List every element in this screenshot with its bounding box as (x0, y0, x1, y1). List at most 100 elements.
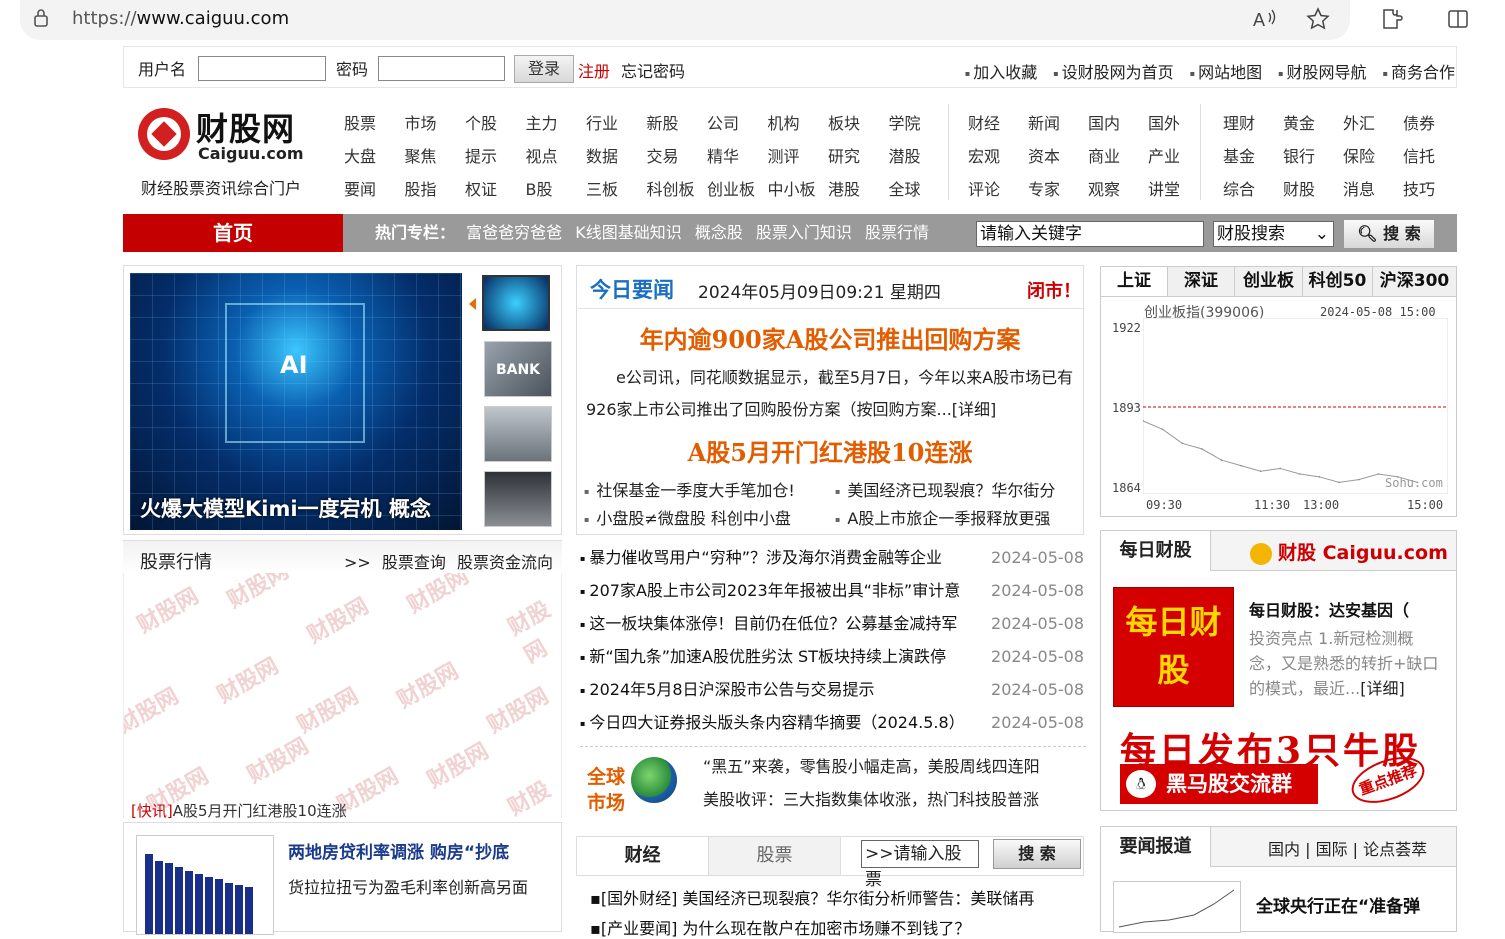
username-input[interactable] (198, 56, 326, 81)
sub-news[interactable]: 小盘股≠微盘股 科创中小盘 (584, 505, 791, 529)
nav-item[interactable]: 保险 (1343, 143, 1375, 167)
nav-item[interactable]: 创业板 (707, 176, 755, 200)
slide-thumb[interactable] (484, 471, 552, 527)
hot-link[interactable]: 股票行情 (865, 223, 929, 242)
nav-item[interactable]: 信托 (1403, 143, 1435, 167)
nav-item[interactable]: 要闻 (344, 176, 376, 200)
news-item[interactable]: 今日四大证券报头版头条内容精华摘要（2024.5.8）2024-05-08 (580, 708, 1086, 741)
url-text[interactable]: https://www.caiguu.com (72, 8, 289, 29)
nav-item[interactable]: 商业 (1088, 143, 1120, 167)
news-item[interactable]: 2024年5月8日沪深股市公告与交易提示2024-05-08 (580, 675, 1086, 708)
house-news-desc[interactable]: 货拉拉扭亏为盈毛利率创新高另面 (288, 871, 538, 904)
news-item[interactable]: 这一板块集体涨停！目前仍在低位？公募基金减持军2024-05-08 (580, 609, 1086, 642)
nav-item[interactable]: 机构 (768, 110, 800, 134)
slide-thumb[interactable]: BANK (484, 341, 552, 397)
nav-item[interactable]: 交易 (647, 143, 679, 167)
extensions-icon[interactable] (1380, 7, 1404, 36)
nav-item[interactable]: 主力 (526, 110, 558, 134)
finance-news-item[interactable]: ▪[产业要闻] 为什么现在散户在加密市场赚不到钱了？ (590, 915, 970, 939)
report-links[interactable]: 国内 | 国际 | 论点荟萃 (1268, 836, 1427, 860)
tab-shenzhen[interactable]: 深证 (1168, 267, 1235, 296)
daily-stock-image[interactable]: 每日财股 (1113, 587, 1234, 707)
nav-item[interactable]: 研究 (828, 143, 860, 167)
house-chart-image[interactable] (136, 835, 274, 935)
nav-item[interactable]: 新闻 (1028, 110, 1060, 134)
news-item[interactable]: 暴力催收骂用户“穷种”？涉及海尔消费金融等企业2024-05-08 (580, 543, 1086, 576)
nav-item[interactable]: 大盘 (344, 143, 376, 167)
nav-item[interactable]: 国内 (1088, 110, 1120, 134)
sub-news[interactable]: 社保基金一季度大手笔加仓! (584, 477, 794, 501)
nav-item[interactable]: 财经 (968, 110, 1000, 134)
forgot-password-link[interactable]: 忘记密码 (621, 58, 685, 82)
nav-item[interactable]: 全球 (889, 176, 921, 200)
global-market-label[interactable]: 全球 市场 (587, 764, 625, 816)
daily-stock-tab[interactable]: 每日财股 (1101, 531, 1211, 571)
news-item[interactable]: 新“国九条”加速A股优胜劣汰 ST板块持续上演跌停2024-05-08 (580, 642, 1086, 675)
nav-item[interactable]: 数据 (586, 143, 618, 167)
favorite-icon[interactable] (1306, 7, 1330, 36)
tab-chinext[interactable]: 创业板 (1235, 267, 1303, 296)
nav-item[interactable]: 公司 (707, 110, 739, 134)
news-ticker[interactable]: [快讯]A股5月开门红港股10连涨 (131, 800, 347, 818)
nav-item[interactable]: 财股 (1283, 176, 1315, 200)
site-search-button[interactable]: 🔍︎ 搜 索 (1343, 219, 1435, 249)
nav-item[interactable]: 视点 (526, 143, 558, 167)
nav-item[interactable]: 精华 (707, 143, 739, 167)
toplink-bookmark[interactable]: 加入收藏 (965, 59, 1037, 83)
nav-item[interactable]: 理财 (1223, 110, 1255, 134)
nav-item[interactable]: B股 (526, 176, 553, 200)
hot-link[interactable]: K线图基础知识 (575, 223, 682, 242)
report-tab[interactable]: 要闻报道 (1101, 827, 1211, 867)
nav-item[interactable]: 基金 (1223, 143, 1255, 167)
tab-shanghai[interactable]: 上证 (1101, 267, 1168, 296)
nav-item[interactable]: 债券 (1403, 110, 1435, 134)
site-search-input[interactable]: 请输入关键字 (976, 221, 1204, 247)
nav-item[interactable]: 权证 (465, 176, 497, 200)
nav-item[interactable]: 黄金 (1283, 110, 1315, 134)
global-market-news[interactable]: “黑五”来袭，零售股小幅走高，美股周线四连阳 美股收评：三大指数集体收涨，热门科技… (703, 750, 1073, 830)
headline-summary[interactable]: e公司讯，同花顺数据显示，截至5月7日，今年以来A股市场已有926家上市公司推出… (586, 362, 1076, 426)
slide-thumb[interactable] (482, 275, 550, 331)
stock-search-button[interactable]: 搜 索 (993, 839, 1081, 869)
nav-item[interactable]: 技巧 (1403, 176, 1435, 200)
slideshow-caption[interactable]: 火爆大模型Kimi一度宕机 概念 (140, 493, 431, 523)
nav-item[interactable]: 观察 (1088, 176, 1120, 200)
nav-item[interactable]: 科创板 (647, 176, 695, 200)
report-title[interactable]: 全球央行正在“准备弹 (1256, 892, 1420, 917)
nav-item[interactable]: 港股 (828, 176, 860, 200)
nav-item[interactable]: 三板 (586, 176, 618, 200)
search-scope-select[interactable]: 财股搜索 ⌄ (1213, 221, 1334, 247)
nav-item[interactable]: 提示 (465, 143, 497, 167)
daily-stock-desc[interactable]: 投资亮点 1.新冠检测概念，又是熟悉的转折+缺口的模式，最近...[详细] (1249, 626, 1439, 701)
nav-item[interactable]: 银行 (1283, 143, 1315, 167)
read-aloud-icon[interactable]: A (1252, 7, 1278, 36)
index-line-chart[interactable] (1143, 318, 1448, 494)
nav-item[interactable]: 测评 (768, 143, 800, 167)
hot-link[interactable]: 概念股 (695, 223, 743, 242)
slideshow-image[interactable]: AI 火爆大模型Kimi一度宕机 概念 (130, 273, 462, 530)
nav-item[interactable]: 新股 (647, 110, 679, 134)
nav-item[interactable]: 学院 (889, 110, 921, 134)
nav-item[interactable]: 综合 (1223, 176, 1255, 200)
headline-2[interactable]: A股5月开门红港股10连涨 (577, 433, 1083, 468)
nav-item[interactable]: 产业 (1148, 143, 1180, 167)
slide-thumb[interactable] (484, 406, 552, 462)
nav-item[interactable]: 评论 (968, 176, 1000, 200)
register-link[interactable]: 注册 (578, 58, 610, 82)
nav-item[interactable]: 讲堂 (1148, 176, 1180, 200)
daily-stock-title[interactable]: 每日财股：达安基因（ (1249, 597, 1409, 621)
nav-item[interactable]: 潜股 (889, 143, 921, 167)
logo-domain[interactable]: Caiguu.com (198, 144, 303, 163)
tab-star50[interactable]: 科创50 (1303, 267, 1373, 296)
nav-item[interactable]: 国外 (1148, 110, 1180, 134)
sub-news[interactable]: A股上市旅企一季报释放更强 (835, 505, 1050, 529)
finance-news-item[interactable]: ▪[国外财经] 美国经济已现裂痕？华尔街分析师警告：美联储再 (590, 885, 1034, 909)
tab-stock[interactable]: 股票 (709, 837, 841, 875)
report-image[interactable] (1113, 881, 1241, 933)
toplink-nav[interactable]: 财股网导航 (1278, 59, 1367, 83)
hot-link[interactable]: 富爸爸穷爸爸 (466, 223, 562, 242)
capital-flow-link[interactable]: 股票资金流向 (457, 553, 553, 572)
nav-item[interactable]: 宏观 (968, 143, 1000, 167)
nav-item[interactable]: 个股 (465, 110, 497, 134)
sub-news[interactable]: 美国经济已现裂痕？华尔街分 (835, 477, 1055, 501)
